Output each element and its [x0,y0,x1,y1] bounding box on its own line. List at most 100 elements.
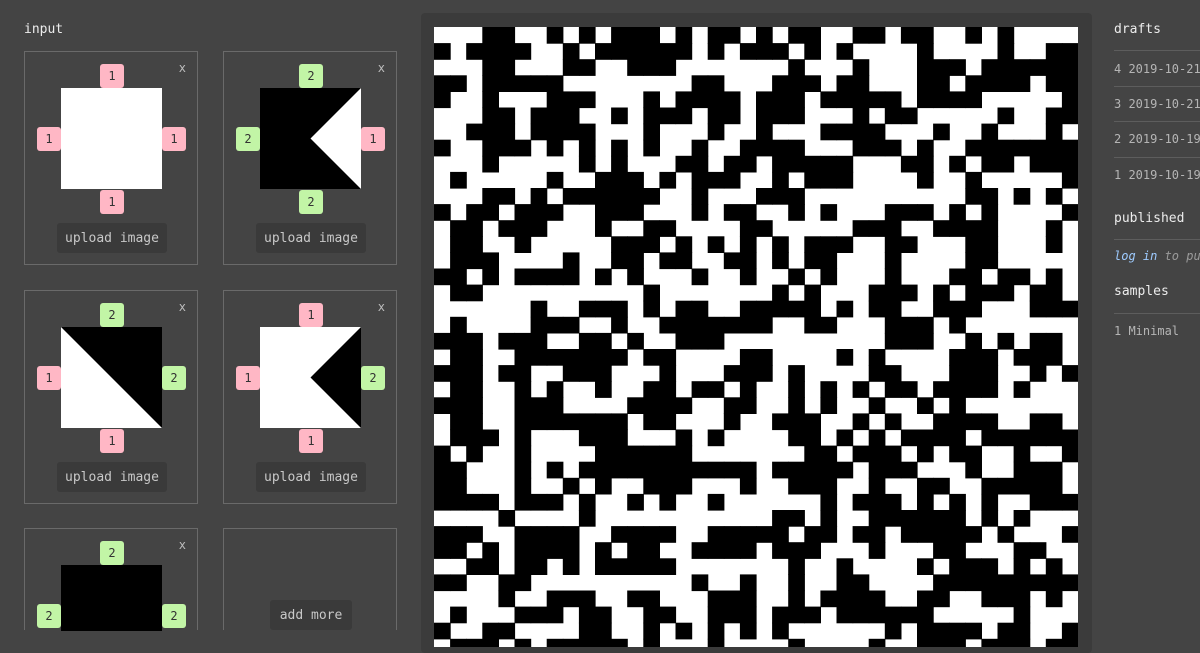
edge-bottom-badge[interactable]: 2 [299,190,323,214]
pattern-cell [868,123,886,141]
edge-right-badge[interactable]: 2 [162,366,186,390]
pattern-cell [482,204,499,221]
pattern-cell [1061,429,1078,447]
pattern-cell [675,429,693,447]
pattern-cell [466,252,483,270]
pattern-cell [1061,75,1078,92]
edge-left-badge[interactable]: 1 [37,127,61,151]
close-icon[interactable]: x [179,300,186,314]
pattern-cell [868,27,886,44]
pattern-cell [981,638,999,647]
pattern-cell [739,574,757,592]
pattern-cell [981,155,999,173]
pattern-cell [917,91,934,109]
wfc-output-pattern [434,27,1078,647]
upload-image-button[interactable]: upload image [57,223,167,253]
tile-card: x 1 1 1 1 upload image [24,51,198,265]
pattern-cell [981,413,999,431]
pattern-cell [595,413,612,431]
pattern-cell [868,590,886,608]
pattern-cell [739,268,757,286]
edge-right-badge[interactable]: 2 [162,604,186,628]
pattern-cell [562,123,580,141]
log-in-link[interactable]: log in [1114,249,1157,263]
pattern-cell [498,139,516,157]
edge-top-badge[interactable]: 1 [299,303,323,327]
pattern-cell [643,445,660,463]
pattern-cell [965,188,982,205]
draft-item[interactable]: 2 2019-10-19 [1114,132,1200,146]
pattern-cell [820,204,838,221]
add-more-button[interactable]: add more [270,600,352,630]
pattern-cell [997,27,1015,44]
edge-left-badge[interactable]: 1 [37,366,61,390]
edge-top-badge[interactable]: 1 [100,64,124,88]
pattern-cell [546,107,564,125]
pattern-cell [643,349,660,366]
pattern-cell [530,300,548,318]
upload-image-button[interactable]: upload image [256,223,366,253]
pattern-cell [1045,590,1063,608]
pattern-cell [1013,139,1031,157]
upload-image-button[interactable]: upload image [57,462,167,492]
pattern-cell [804,75,821,92]
pattern-cell [723,91,741,109]
pattern-cell [981,381,999,398]
pattern-cell [868,349,886,366]
pattern-cell [691,171,709,189]
edge-top-badge[interactable]: 2 [100,303,124,327]
pattern-cell [1013,590,1031,608]
pattern-cell [595,445,612,463]
pattern-cell [578,155,596,173]
pattern-cell [756,220,773,237]
edge-bottom-badge[interactable]: 1 [100,190,124,214]
pattern-cell [804,171,821,189]
edge-right-badge[interactable]: 2 [361,366,385,390]
input-title: input [24,22,64,37]
pattern-cell [820,91,838,109]
pattern-cell [868,91,886,109]
pattern-cell [546,316,564,334]
sample-item[interactable]: 1 Minimal [1114,324,1200,338]
pattern-cell [868,284,886,302]
edge-right-badge[interactable]: 1 [361,127,385,151]
pattern-cell [868,493,886,511]
close-icon[interactable]: x [179,61,186,75]
pattern-cell [707,381,725,398]
pattern-cell [836,606,854,624]
pattern-cell [884,236,902,253]
pattern-cell [852,526,870,543]
pattern-cell [498,332,516,350]
edge-left-badge[interactable]: 2 [236,127,260,151]
pattern-cell [997,43,1015,60]
pattern-cell [434,493,451,511]
pattern-cell [659,252,677,270]
pattern-cell [659,477,677,495]
pattern-cell [691,268,709,286]
pattern-cell [434,622,451,640]
close-icon[interactable]: x [378,300,385,314]
pattern-cell [820,155,838,173]
edge-left-badge[interactable]: 1 [236,366,260,390]
edge-bottom-badge[interactable]: 1 [299,429,323,453]
pattern-cell [450,493,467,511]
pattern-cell [627,461,644,479]
close-icon[interactable]: x [378,61,385,75]
pattern-cell [1061,622,1078,640]
pattern-cell [659,397,677,414]
pattern-cell [691,461,709,479]
edge-top-badge[interactable]: 2 [100,541,124,565]
edge-right-badge[interactable]: 1 [162,127,186,151]
edge-bottom-badge[interactable]: 1 [100,429,124,453]
draft-item[interactable]: 1 2019-10-19 [1114,168,1200,182]
upload-image-button[interactable]: upload image [256,462,366,492]
pattern-cell [868,461,886,479]
pattern-cell [997,139,1015,157]
edge-left-badge[interactable]: 2 [37,604,61,628]
draft-item[interactable]: 4 2019-10-21 [1114,62,1200,76]
edge-top-badge[interactable]: 2 [299,64,323,88]
close-icon[interactable]: x [179,538,186,552]
draft-item[interactable]: 3 2019-10-21 [1114,97,1200,111]
pattern-cell [627,171,644,189]
pattern-cell [530,526,548,543]
